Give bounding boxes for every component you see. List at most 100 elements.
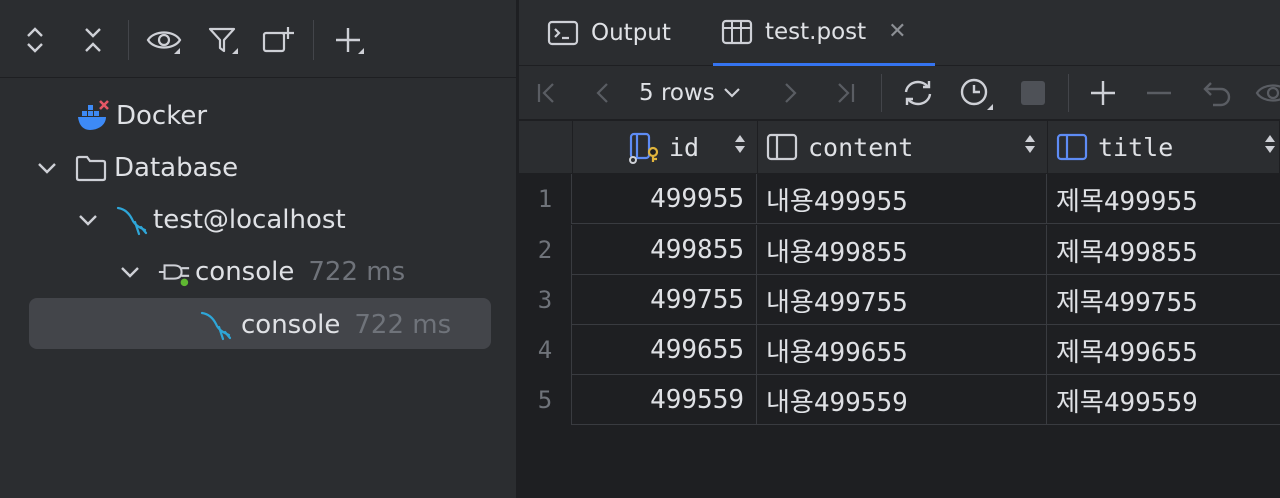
- chevron-down-icon[interactable]: [77, 209, 99, 231]
- table-row[interactable]: 5 499559 내용499559 제목499559: [519, 375, 1280, 425]
- cell-title[interactable]: 제목499559: [1048, 375, 1280, 425]
- tree-item-label: Docker: [116, 101, 208, 131]
- table-icon: [721, 16, 753, 48]
- results-panel: Output test.post ✕ 5 rows id content tit…: [519, 0, 1280, 498]
- chevron-down-icon[interactable]: [119, 261, 141, 283]
- sort-icon[interactable]: [1265, 135, 1275, 153]
- column-name: id: [669, 132, 700, 162]
- expand-all-button[interactable]: [15, 20, 55, 60]
- explorer-toolbar: [0, 0, 516, 78]
- tree-item-docker[interactable]: Docker: [76, 90, 207, 142]
- cell-id[interactable]: 499955: [573, 174, 757, 224]
- view-options-button[interactable]: [144, 20, 184, 60]
- undo-button[interactable]: [1197, 73, 1237, 113]
- first-page-button[interactable]: [527, 73, 567, 113]
- chevron-down-icon: [723, 88, 740, 98]
- tree-item-label: test@localhost: [153, 205, 346, 235]
- cell-content[interactable]: 내용499655: [758, 325, 1047, 375]
- stop-button[interactable]: [1013, 73, 1053, 113]
- undo-icon: [1203, 82, 1231, 107]
- row-number: 1: [519, 174, 572, 224]
- plus-icon: [1091, 81, 1115, 105]
- add-row-button[interactable]: [1083, 73, 1123, 113]
- tab-output[interactable]: Output: [547, 0, 699, 66]
- first-page-icon: [537, 83, 554, 103]
- close-icon[interactable]: ✕: [888, 19, 906, 44]
- cell-id[interactable]: 499655: [573, 325, 757, 375]
- docker-icon: [76, 99, 110, 133]
- cell-content[interactable]: 내용499955: [758, 174, 1047, 224]
- table-row[interactable]: 3 499755 내용499755 제목499755: [519, 275, 1280, 325]
- collapse-all-button[interactable]: [73, 20, 113, 60]
- refresh-icon: [904, 80, 932, 106]
- tree-item-database[interactable]: Database: [36, 142, 238, 194]
- chevron-right-icon: [785, 83, 797, 103]
- cell-content[interactable]: 내용499855: [758, 225, 1047, 275]
- session-plug-icon: [157, 255, 191, 289]
- minus-icon: [1147, 91, 1171, 95]
- column-icon: [1056, 133, 1088, 161]
- grid-toolbar: 5 rows: [519, 66, 1280, 120]
- cell-content[interactable]: 내용499755: [758, 275, 1047, 325]
- console-output-icon: [547, 17, 579, 49]
- tree-item-connection[interactable]: test@localhost: [77, 194, 346, 246]
- row-number: 3: [519, 275, 572, 325]
- add-button[interactable]: [328, 20, 368, 60]
- primary-key-column-icon: [629, 132, 659, 164]
- tab-test-post[interactable]: test.post ✕: [713, 0, 935, 66]
- cell-title[interactable]: 제목499755: [1048, 275, 1280, 325]
- tree-item-session[interactable]: console 722 ms: [119, 246, 405, 298]
- cell-id[interactable]: 499855: [573, 225, 757, 275]
- table-row[interactable]: 4 499655 내용499655 제목499655: [519, 325, 1280, 375]
- mysql-icon: [199, 308, 233, 342]
- column-name: title: [1098, 132, 1174, 162]
- tree-item-label: console: [241, 310, 341, 340]
- execution-time: 722 ms: [354, 310, 452, 340]
- cell-title[interactable]: 제목499855: [1048, 225, 1280, 275]
- table-row[interactable]: 2 499855 내용499855 제목499855: [519, 225, 1280, 275]
- row-number-header: [519, 121, 573, 173]
- cell-id[interactable]: 499559: [573, 375, 757, 425]
- stop-icon: [1021, 81, 1045, 105]
- tree-item-label: Database: [114, 153, 239, 183]
- chevron-left-icon: [596, 83, 608, 103]
- tab-label: test.post: [765, 18, 867, 45]
- view-button[interactable]: [1253, 73, 1280, 113]
- table-row[interactable]: 1 499955 내용499955 제목499955: [519, 174, 1280, 224]
- column-name: content: [808, 132, 914, 162]
- add-tab-icon: [262, 27, 294, 53]
- delete-row-button[interactable]: [1139, 73, 1179, 113]
- history-button[interactable]: [955, 73, 995, 113]
- tree-item-label: console: [195, 257, 295, 287]
- next-page-button[interactable]: [770, 73, 810, 113]
- folder-icon: [74, 151, 108, 185]
- row-number: 2: [519, 225, 572, 275]
- cell-content[interactable]: 내용499559: [758, 375, 1047, 425]
- mysql-icon: [115, 203, 149, 237]
- sort-icon[interactable]: [735, 135, 745, 153]
- cell-title[interactable]: 제목499655: [1048, 325, 1280, 375]
- row-number: 4: [519, 325, 572, 375]
- column-icon: [766, 133, 798, 161]
- page-size-dropdown[interactable]: 5 rows: [639, 73, 741, 113]
- last-page-icon: [838, 83, 855, 103]
- refresh-button[interactable]: [898, 73, 938, 113]
- cell-title[interactable]: 제목499955: [1048, 174, 1280, 224]
- rows-count: 5 rows: [639, 80, 715, 106]
- cell-id[interactable]: 499755: [573, 275, 757, 325]
- sort-icon[interactable]: [1025, 135, 1035, 153]
- previous-page-button[interactable]: [583, 73, 623, 113]
- filter-button[interactable]: [202, 20, 242, 60]
- column-header-title[interactable]: title: [1048, 121, 1280, 173]
- eye-icon: [1255, 84, 1280, 102]
- tree-item-console[interactable]: console 722 ms: [199, 299, 451, 351]
- column-header-content[interactable]: content: [758, 121, 1048, 173]
- tab-bar: Output test.post ✕: [519, 0, 1280, 66]
- execution-time: 722 ms: [308, 257, 406, 287]
- column-header-id[interactable]: id: [573, 121, 758, 173]
- row-number: 5: [519, 375, 572, 425]
- new-console-button[interactable]: [258, 20, 298, 60]
- tab-label: Output: [591, 20, 671, 46]
- last-page-button[interactable]: [825, 73, 865, 113]
- chevron-down-icon[interactable]: [36, 157, 58, 179]
